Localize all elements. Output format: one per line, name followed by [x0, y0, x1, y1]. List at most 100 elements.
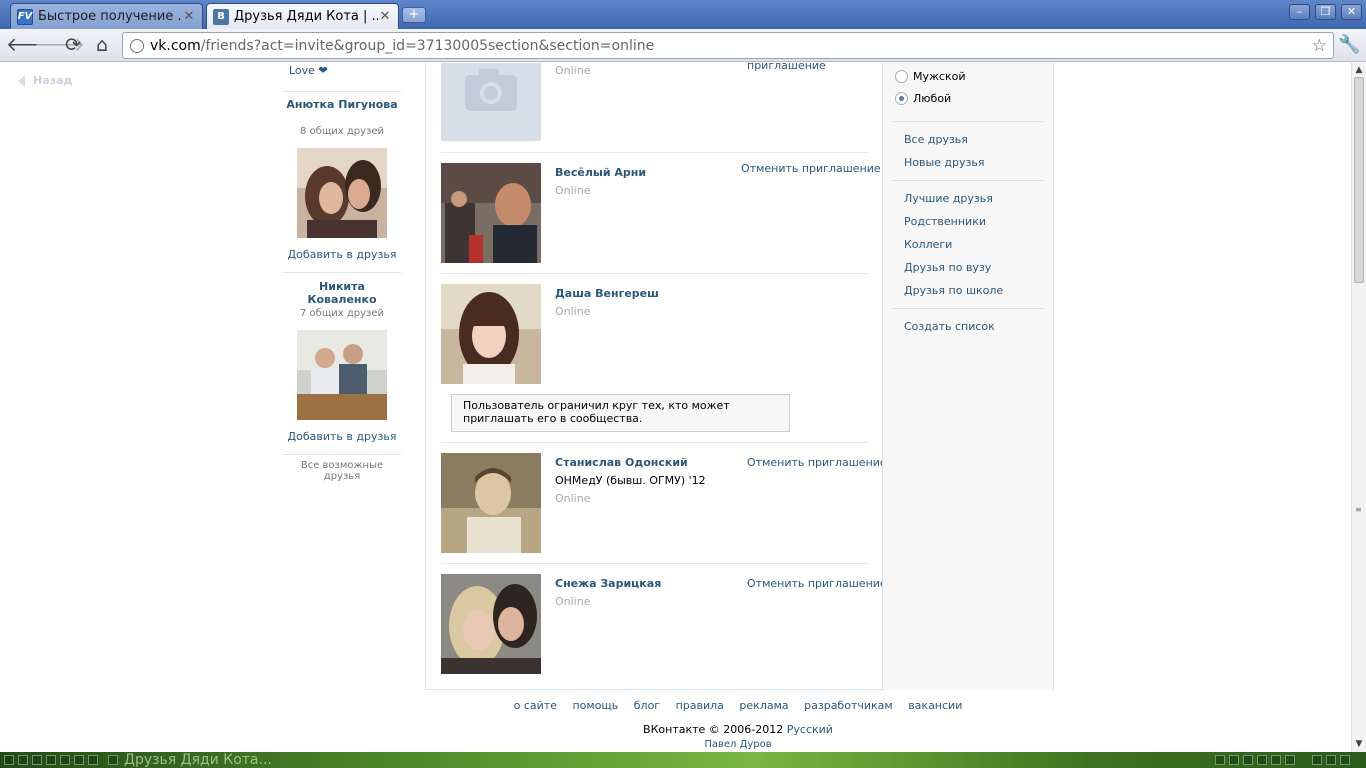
- vertical-scrollbar[interactable]: ▲ ≡ ▼: [1351, 63, 1366, 752]
- tray-icon[interactable]: [1312, 755, 1322, 765]
- mutual-friends-count[interactable]: 7 общих друзей: [283, 308, 401, 319]
- friend-photo[interactable]: [441, 163, 541, 263]
- filter-university-friends[interactable]: Друзья по вузу: [904, 261, 991, 274]
- close-window-button[interactable]: ✕: [1341, 4, 1362, 20]
- app-icon[interactable]: [32, 755, 42, 765]
- tab-fast-receive[interactable]: FV Быстрое получение ... ✕: [10, 3, 203, 29]
- friend-photo[interactable]: [441, 574, 541, 674]
- filter-best-friends[interactable]: Лучшие друзья: [904, 192, 993, 205]
- home-icon[interactable]: ⌂: [91, 34, 113, 56]
- close-tab-icon[interactable]: ✕: [182, 9, 196, 24]
- url-host: vk.com: [150, 37, 201, 54]
- cancel-invite-link[interactable]: приглашение: [747, 63, 826, 72]
- dasha-photo: [441, 284, 541, 384]
- suggestion-name[interactable]: Анютка Пигунова: [283, 98, 401, 111]
- cancel-invite-link[interactable]: Отменить приглашение: [747, 456, 887, 469]
- tab-title: Быстрое получение ...: [38, 9, 182, 24]
- tray-icon[interactable]: [1243, 755, 1253, 765]
- footer-ads-link[interactable]: реклама: [739, 699, 788, 712]
- forward-arrow-icon[interactable]: 🡒: [34, 34, 85, 56]
- footer-help-link[interactable]: помощь: [572, 699, 618, 712]
- suggestion-photo[interactable]: [297, 148, 387, 238]
- app-icon[interactable]: [88, 755, 98, 765]
- create-list-link[interactable]: Создать список: [904, 320, 995, 333]
- footer-rules-link[interactable]: правила: [676, 699, 724, 712]
- scroll-down-arrow-icon[interactable]: ▼: [1354, 739, 1364, 749]
- footer-blog-link[interactable]: блог: [634, 699, 660, 712]
- footer-jobs-link[interactable]: вакансии: [908, 699, 962, 712]
- tab-friends[interactable]: B Друзья Дяди Кота | ... ✕: [206, 3, 399, 29]
- gender-radio-male[interactable]: Мужской: [895, 70, 965, 83]
- address-bar[interactable]: vk.com/friends?act=invite&group_id=37130…: [122, 32, 1334, 59]
- radio-label: Мужской: [913, 70, 966, 83]
- reload-icon[interactable]: ⟳: [62, 34, 84, 56]
- tray-icon[interactable]: [1340, 755, 1350, 765]
- new-tab-button[interactable]: +: [402, 7, 426, 23]
- arnie-photo: [441, 163, 541, 263]
- gender-radio-any[interactable]: Любой: [895, 92, 951, 105]
- friend-name[interactable]: Станислав Одонский: [555, 456, 688, 469]
- mutual-friends-count[interactable]: 8 общих друзей: [283, 126, 401, 137]
- copyright-text: ВКонтакте © 2006-2012: [643, 723, 784, 736]
- friend-name[interactable]: Весёлый Арни: [555, 166, 646, 179]
- radio-icon: [895, 70, 908, 83]
- row-divider: [441, 152, 867, 153]
- friend-name[interactable]: Снежа Зарицкая: [555, 577, 661, 590]
- online-status: Online: [555, 184, 591, 197]
- suggestion-name[interactable]: Никита Коваленко: [283, 280, 401, 306]
- suggestion-photo[interactable]: [297, 330, 387, 420]
- app-icon[interactable]: [60, 755, 70, 765]
- language-link[interactable]: Русский: [787, 723, 833, 736]
- taskbar-active-task[interactable]: Друзья Дяди Кота...: [124, 752, 272, 768]
- friend-photo[interactable]: [441, 63, 541, 141]
- tab-title: Друзья Дяди Кота | ...: [234, 9, 378, 24]
- close-tab-icon[interactable]: ✕: [378, 9, 392, 24]
- filter-relatives[interactable]: Родственники: [904, 215, 986, 228]
- two-guys-photo: [297, 330, 387, 420]
- menu-icon[interactable]: [4, 755, 14, 765]
- tray-icon[interactable]: [1229, 755, 1239, 765]
- cancel-invite-link[interactable]: Отменить приглашение: [747, 577, 887, 590]
- tray-icon[interactable]: [1326, 755, 1336, 765]
- filter-school-friends[interactable]: Друзья по школе: [904, 284, 1003, 297]
- back-link[interactable]: Назад: [18, 74, 72, 87]
- radio-checked-icon: [895, 92, 908, 105]
- add-friend-link[interactable]: Добавить в друзья: [283, 430, 401, 443]
- friend-name[interactable]: Даша Венгереш: [555, 287, 659, 300]
- friend-photo[interactable]: [441, 453, 541, 553]
- filter-colleagues[interactable]: Коллеги: [904, 238, 952, 251]
- friend-photo[interactable]: [441, 284, 541, 384]
- author-link[interactable]: Павел Дуров: [0, 739, 1351, 750]
- footer-links: о сайте помощь блог правила реклама разр…: [0, 699, 1351, 712]
- minimize-window-button[interactable]: –: [1289, 4, 1310, 20]
- divider: [893, 308, 1043, 309]
- app-icon[interactable]: [74, 755, 84, 765]
- couple-photo: [297, 148, 387, 238]
- footer-about-link[interactable]: о сайте: [514, 699, 557, 712]
- footer-developers-link[interactable]: разработчикам: [804, 699, 893, 712]
- filter-new-friends[interactable]: Новые друзья: [904, 156, 984, 169]
- page-content: Назад Love ❤ Анютка Пигунова 8 общих дру…: [0, 63, 1351, 752]
- tray-icon[interactable]: [1215, 755, 1225, 765]
- online-status: Online: [555, 492, 591, 505]
- app-icon[interactable]: [46, 755, 56, 765]
- add-friend-link[interactable]: Добавить в друзья: [283, 248, 401, 261]
- tray-icon[interactable]: [1285, 755, 1295, 765]
- scroll-up-arrow-icon[interactable]: ▲: [1354, 65, 1364, 75]
- radio-label: Любой: [913, 92, 952, 105]
- all-possible-friends-link[interactable]: Все возможные друзья: [283, 460, 401, 482]
- tray-icon[interactable]: [1257, 755, 1267, 765]
- back-arrow-icon[interactable]: 🡐: [6, 34, 57, 56]
- cancel-invite-link[interactable]: Отменить приглашение: [741, 162, 881, 175]
- url-path: /friends?act=invite&group_id=37130005sec…: [200, 37, 655, 54]
- filter-all-friends[interactable]: Все друзья: [904, 133, 968, 146]
- wrench-menu-icon[interactable]: 🔧: [1338, 34, 1360, 55]
- bookmark-star-icon[interactable]: ☆: [1312, 36, 1327, 56]
- tray-icon[interactable]: [1271, 755, 1281, 765]
- scrollbar-thumb[interactable]: [1354, 77, 1364, 283]
- friend-university[interactable]: ОНМедУ (бывш. ОГМУ) '12: [555, 474, 706, 487]
- restore-window-button[interactable]: ❐: [1315, 4, 1336, 20]
- love-link[interactable]: Love ❤: [289, 64, 328, 77]
- app-icon[interactable]: [18, 755, 28, 765]
- row-divider: [441, 273, 867, 274]
